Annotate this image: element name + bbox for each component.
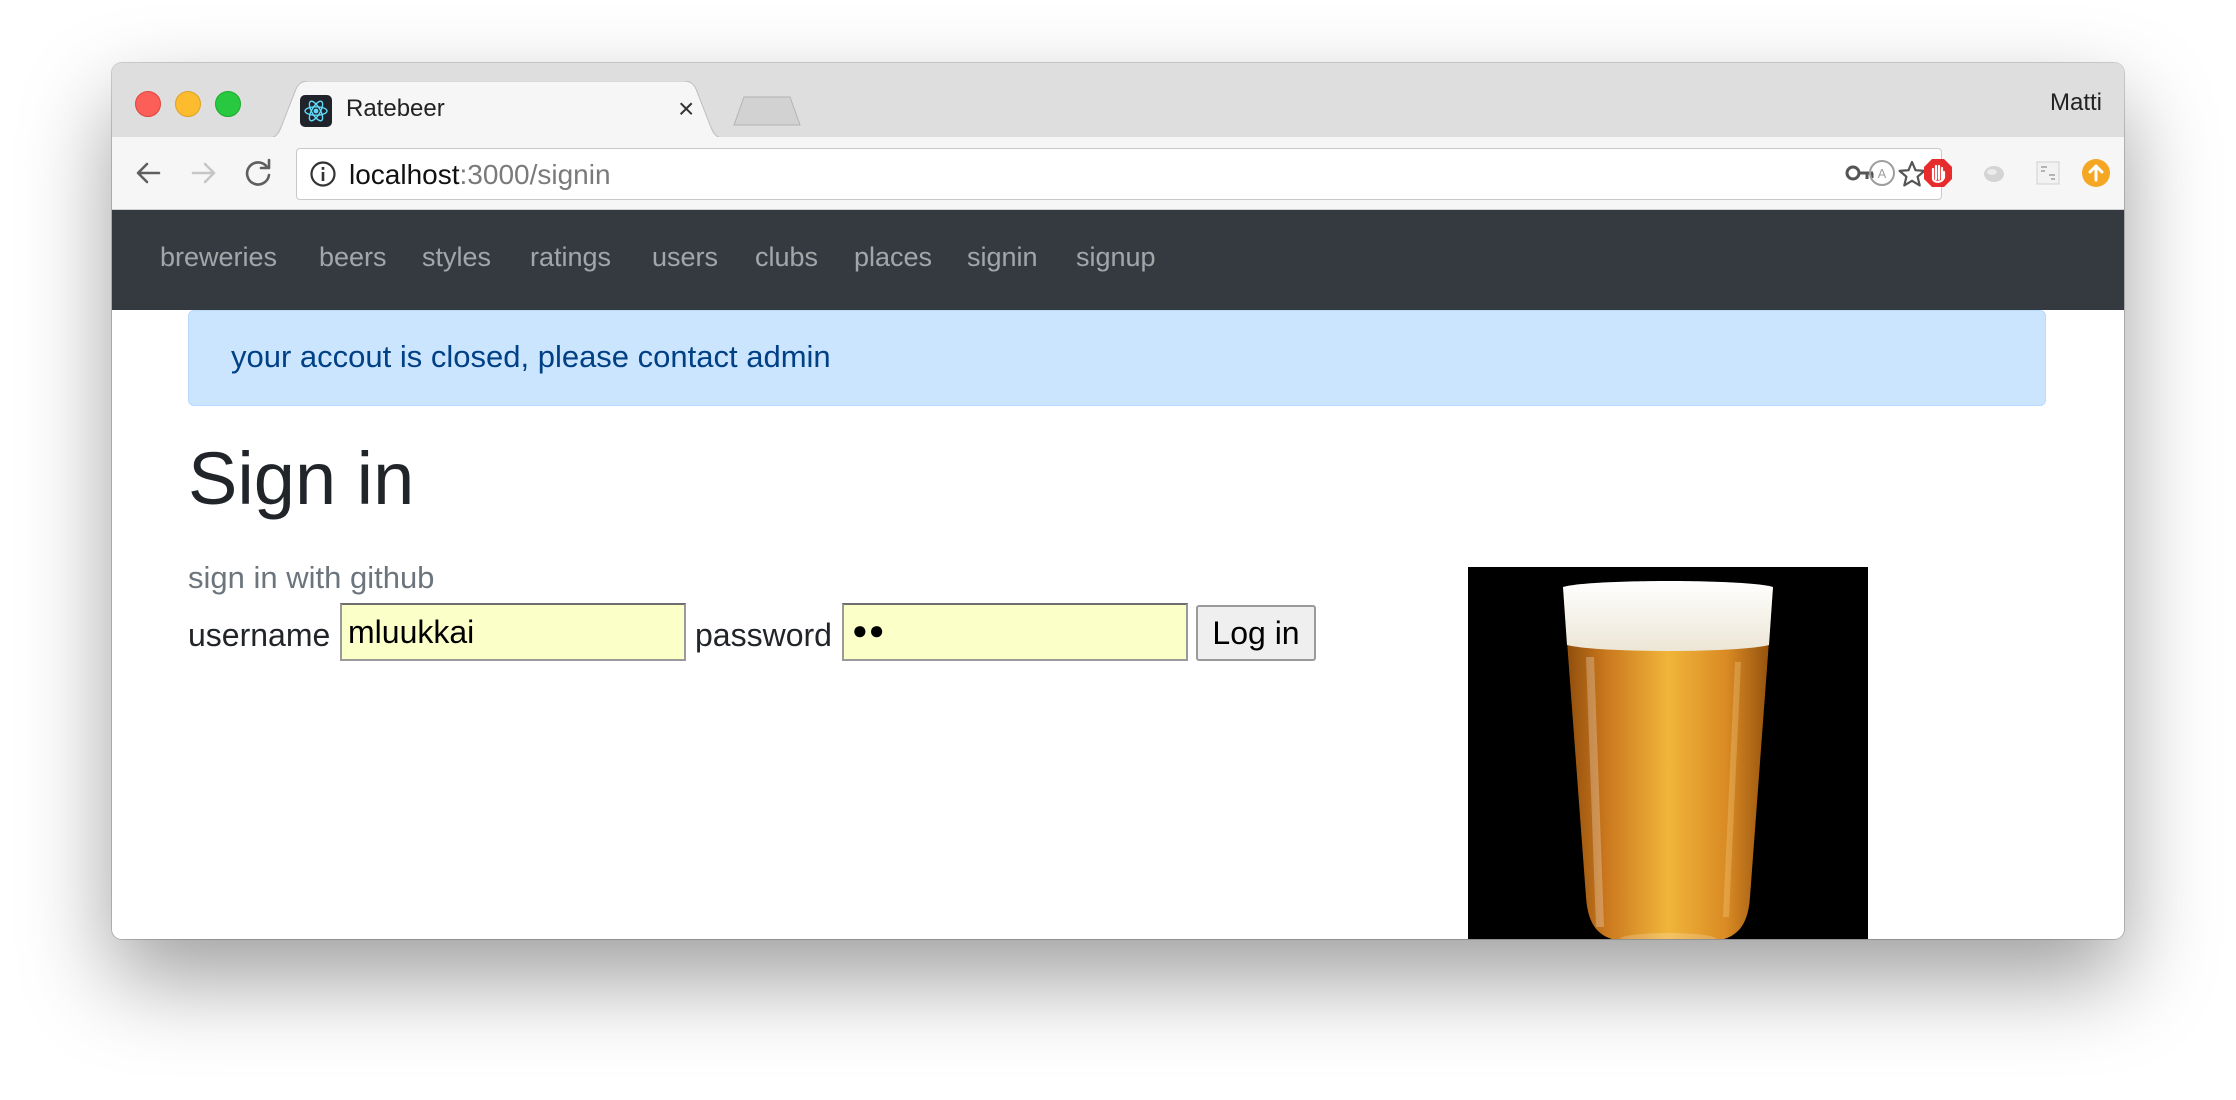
alert-text: your accout is closed, please contact ad… (231, 339, 831, 374)
reload-icon[interactable] (240, 155, 276, 191)
url-text[interactable]: localhost:3000/signin (349, 159, 611, 191)
react-logo-icon (300, 95, 332, 127)
info-icon[interactable] (309, 160, 337, 193)
svg-text:A: A (1878, 166, 1887, 181)
nav-link-beers[interactable]: beers (319, 242, 387, 273)
extension-icon[interactable] (2030, 155, 2066, 191)
tab-close-icon[interactable]: × (678, 92, 694, 126)
page-content: breweries beers styles ratings users clu… (112, 210, 2124, 939)
password-mask: ●● (852, 615, 886, 645)
nav-link-users[interactable]: users (652, 242, 718, 273)
nav-link-signup[interactable]: signup (1076, 242, 1156, 273)
nav-link-signin[interactable]: signin (967, 242, 1038, 273)
username-label: username (188, 617, 331, 653)
page-title: Sign in (188, 437, 415, 520)
url-path: :3000/signin (459, 159, 611, 190)
nav-link-clubs[interactable]: clubs (755, 242, 818, 273)
browser-window: Ratebeer × Matti localhost:3000/signin A… (112, 63, 2124, 939)
nav-link-places[interactable]: places (854, 242, 932, 273)
nav-link-styles[interactable]: styles (422, 242, 491, 273)
back-arrow-icon[interactable] (130, 155, 166, 191)
translate-extension-icon[interactable]: A (1864, 155, 1900, 191)
adblock-extension-icon[interactable] (1920, 155, 1956, 191)
close-window-button[interactable] (135, 91, 161, 117)
beer-glass-image (1468, 567, 1868, 939)
github-signin-link[interactable]: sign in with github (188, 560, 434, 596)
nav-link-ratings[interactable]: ratings (530, 242, 611, 273)
tab-title: Ratebeer (346, 95, 445, 122)
profile-name[interactable]: Matti (2050, 89, 2102, 117)
forward-arrow-icon[interactable] (186, 155, 222, 191)
login-button[interactable]: Log in (1196, 605, 1316, 661)
maximize-window-button[interactable] (215, 91, 241, 117)
update-extension-icon[interactable] (2078, 155, 2114, 191)
url-host: localhost (349, 159, 460, 190)
browser-toolbar: localhost:3000/signin A (112, 137, 2124, 210)
tab-strip: Ratebeer × Matti (112, 63, 2124, 139)
alert-message: your accout is closed, please contact ad… (188, 310, 2046, 406)
browser-tab[interactable]: Ratebeer × (262, 81, 730, 139)
password-input[interactable]: ●● (842, 603, 1188, 661)
address-bar[interactable]: localhost:3000/signin (296, 148, 1942, 200)
username-input[interactable] (340, 603, 686, 661)
nav-link-breweries[interactable]: breweries (160, 242, 277, 273)
extension-icon[interactable] (1976, 155, 2012, 191)
new-tab-button[interactable] (732, 95, 802, 132)
password-label: password (695, 617, 832, 653)
navbar: breweries beers styles ratings users clu… (112, 210, 2124, 310)
minimize-window-button[interactable] (175, 91, 201, 117)
